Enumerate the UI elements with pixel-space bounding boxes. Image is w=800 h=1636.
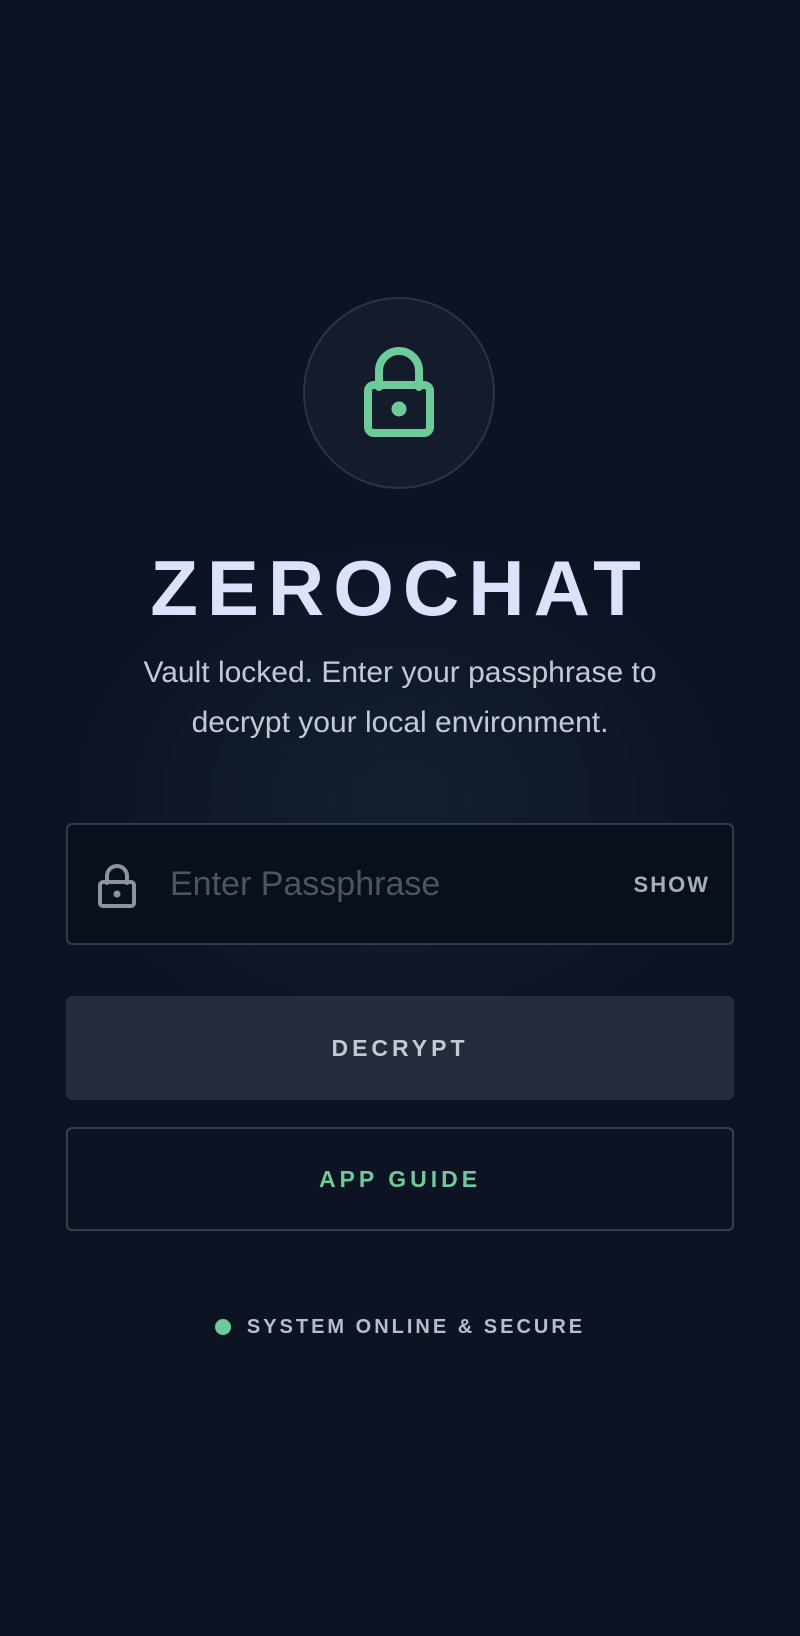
status-indicator-dot xyxy=(214,1319,231,1335)
decrypt-button[interactable]: DECRYPT xyxy=(66,996,734,1100)
passphrase-input[interactable] xyxy=(170,849,590,919)
lock-badge xyxy=(303,297,495,489)
app-title: ZEROCHAT xyxy=(150,544,650,632)
system-status: SYSTEM ONLINE & SECURE xyxy=(0,1312,800,1342)
status-text: SYSTEM ONLINE & SECURE xyxy=(246,1315,586,1338)
lock-icon xyxy=(364,347,434,437)
subtitle-line-2: decrypt your local environment. xyxy=(191,706,609,739)
show-passphrase-toggle[interactable]: SHOW xyxy=(634,865,710,905)
lock-icon xyxy=(98,864,136,908)
subtitle-line-1: Vault locked. Enter your passphrase to xyxy=(143,656,657,689)
vault-status-message: Vault locked. Enter your passphrase to d… xyxy=(100,648,700,748)
passphrase-field[interactable]: SHOW xyxy=(66,823,734,945)
unlock-screen: ZEROCHAT Vault locked. Enter your passph… xyxy=(0,0,800,1636)
app-guide-button[interactable]: APP GUIDE xyxy=(66,1127,734,1231)
